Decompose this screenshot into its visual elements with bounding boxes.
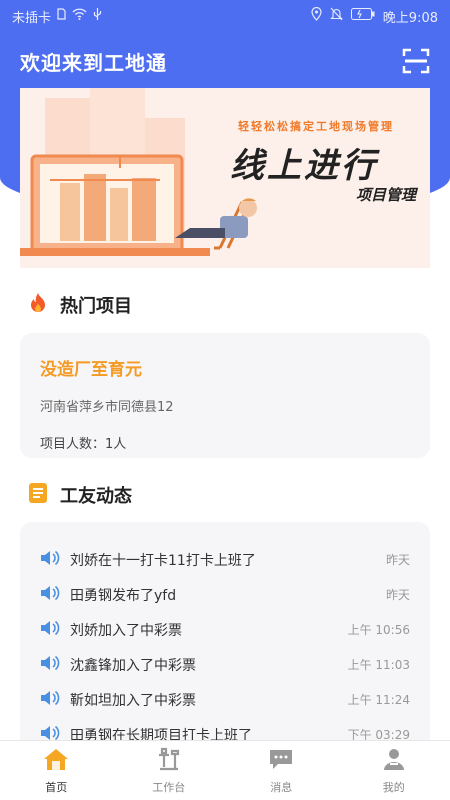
scan-icon: [402, 48, 430, 74]
feed-text: 刘娇在十一打卡11打卡上班了: [70, 552, 256, 569]
feed-time: 上午 11:03: [347, 658, 410, 672]
feed-time: 上午 11:24: [347, 693, 410, 707]
speaker-icon: [40, 620, 60, 640]
tab-label: 工作台: [152, 780, 186, 794]
tab-label: 我的: [382, 780, 405, 794]
sim-icon: [57, 8, 66, 24]
message-icon: [268, 747, 294, 775]
clock: 晚上9:08: [382, 10, 438, 26]
feed-text: 沈鑫锋加入了中彩票: [70, 657, 196, 674]
workbench-icon: [156, 747, 182, 775]
battery-icon: [350, 8, 375, 24]
tab-label: 首页: [45, 780, 68, 794]
tab-profile[interactable]: 我的: [338, 741, 450, 800]
tab-messages[interactable]: 消息: [225, 741, 338, 800]
feed-text: 靳如坦加入了中彩票: [70, 692, 196, 709]
list-item[interactable]: 刘娇在十一打卡11打卡上班了 昨天: [40, 542, 410, 577]
project-address: 河南省萍乡市同德县12: [40, 400, 174, 415]
tab-label: 消息: [270, 780, 293, 794]
list-item[interactable]: 靳如坦加入了中彩票 上午 11:24: [40, 682, 410, 717]
project-card[interactable]: 没造厂至育元 河南省萍乡市同德县12 项目人数：1人: [20, 333, 430, 458]
page-title: 欢迎来到工地通: [20, 50, 167, 75]
speaker-icon: [40, 585, 60, 605]
mute-icon: [329, 7, 343, 25]
speaker-icon: [40, 690, 60, 710]
promo-banner[interactable]: 轻轻松松搞定工地现场管理 线上进行 项目管理: [20, 88, 430, 268]
section-title: 热门项目: [60, 296, 132, 317]
notepad-icon: [28, 482, 48, 508]
feed-text: 田勇钢发布了yfd: [70, 587, 177, 604]
hot-projects-header: 热门项目: [28, 292, 132, 318]
app-header: 欢迎来到工地通: [20, 44, 430, 78]
project-member-count: 项目人数：1人: [40, 437, 127, 452]
scan-button[interactable]: [402, 47, 430, 75]
feed-time: 昨天: [385, 588, 410, 602]
feed-text: 刘娇加入了中彩票: [70, 622, 182, 639]
profile-icon: [381, 747, 407, 775]
list-item[interactable]: 田勇钢发布了yfd 昨天: [40, 577, 410, 612]
usb-icon: [93, 7, 102, 25]
feed-time: 上午 10:56: [347, 623, 410, 637]
list-item[interactable]: 刘娇加入了中彩票 上午 10:56: [40, 612, 410, 647]
tab-workbench[interactable]: 工作台: [113, 741, 226, 800]
section-title: 工友动态: [60, 486, 132, 507]
feed-time: 昨天: [385, 553, 410, 567]
project-name: 没造厂至育元: [40, 360, 142, 380]
speaker-icon: [40, 655, 60, 675]
tab-home[interactable]: 首页: [0, 741, 113, 800]
location-icon: [311, 6, 322, 25]
banner-slogan: 轻轻松松搞定工地现场管理: [238, 120, 394, 133]
home-icon: [43, 747, 69, 775]
carrier-label: 未插卡: [12, 10, 52, 26]
banner-title: 线上进行: [230, 146, 378, 186]
wifi-icon: [72, 8, 87, 24]
worker-feed-header: 工友动态: [28, 482, 132, 508]
bottom-tab-bar: 首页 工作台 消息 我的: [0, 740, 450, 800]
banner-subtitle: 项目管理: [356, 186, 417, 204]
list-item[interactable]: 沈鑫锋加入了中彩票 上午 11:03: [40, 647, 410, 682]
status-bar: 未插卡 晚上9:08: [0, 0, 450, 32]
speaker-icon: [40, 550, 60, 570]
fire-icon: [28, 292, 48, 318]
worker-feed-list: 刘娇在十一打卡11打卡上班了 昨天 田勇钢发布了yfd 昨天 刘娇加入了中彩票 …: [20, 522, 430, 752]
